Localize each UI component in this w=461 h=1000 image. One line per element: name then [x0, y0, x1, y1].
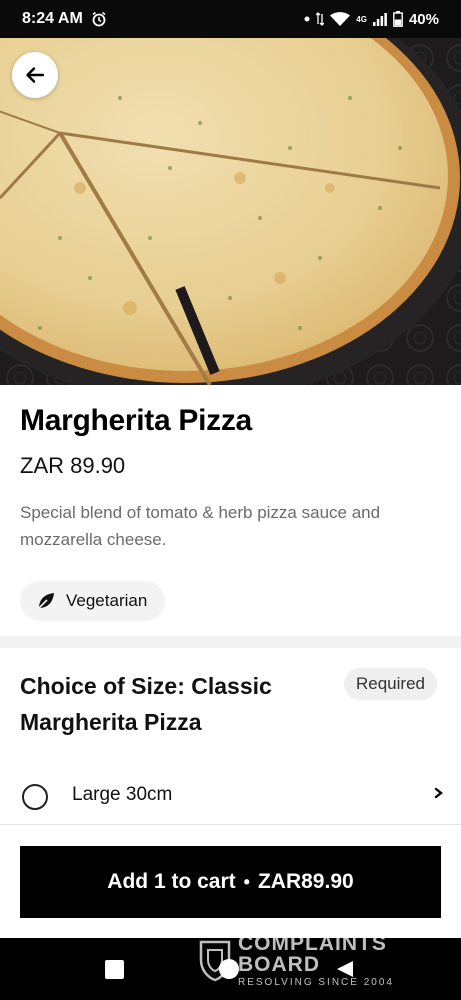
item-title: Margherita Pizza — [20, 404, 252, 437]
cart-button-separator: • — [243, 871, 250, 892]
tag-label: Vegetarian — [66, 591, 148, 610]
network-type: 4G — [356, 14, 367, 24]
add-to-cart-button[interactable]: Add 1 to cart • ZAR89.90 — [20, 846, 441, 918]
size-section-title: Choice of Size: Classic Margherita Pizza — [20, 673, 272, 735]
status-right: 4G 40% — [304, 11, 439, 28]
radio-button[interactable] — [22, 784, 48, 810]
pizza-image — [0, 38, 461, 385]
wifi-icon — [330, 11, 351, 27]
chevron-right-icon — [434, 787, 443, 799]
item-price: ZAR 89.90 — [20, 453, 126, 478]
battery-icon — [393, 11, 403, 27]
item-description: Special blend of tomato & herb pizza sau… — [20, 503, 381, 549]
cart-button-label: Add 1 to cart — [107, 870, 236, 893]
dot-icon — [304, 16, 310, 22]
status-left: 8:24 AM — [22, 10, 107, 28]
vegetarian-tag: Vegetarian — [20, 581, 166, 621]
alarm-icon — [91, 11, 107, 27]
back-button[interactable] — [12, 52, 58, 98]
recent-apps-button[interactable] — [105, 960, 124, 979]
complaints-board-watermark: COMPLAINTS BOARD RESOLVING SINCE 2004 — [198, 931, 418, 988]
data-transfer-icon — [316, 12, 325, 26]
shield-logo-icon — [199, 940, 231, 982]
arrow-left-icon — [26, 67, 45, 83]
size-option-large[interactable]: Large 30cm — [0, 770, 461, 824]
leaf-icon — [38, 593, 54, 609]
required-badge: Required — [344, 668, 437, 700]
section-divider — [0, 636, 461, 648]
cart-button-price: ZAR89.90 — [257, 870, 354, 893]
option-label: Large 30cm — [72, 784, 173, 805]
watermark-text: COMPLAINTS BOARD RESOLVING SINCE 2004 — [238, 931, 394, 988]
battery-percent: 40% — [408, 10, 439, 28]
option-divider — [0, 824, 461, 825]
status-bar: 8:24 AM 4G 40% — [0, 0, 461, 38]
signal-icon — [372, 12, 387, 26]
status-time: 8:24 AM — [22, 10, 83, 27]
